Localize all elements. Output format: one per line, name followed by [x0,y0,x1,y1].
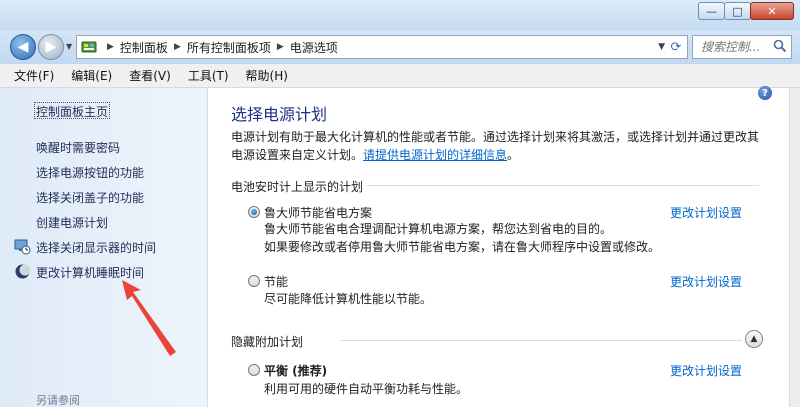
sidebar-item-wake-password[interactable]: 唤醒时需要密码 [36,139,120,156]
menu-tools[interactable]: 工具(T) [188,67,229,84]
plan-desc-power-saver: 尽可能降低计算机性能以节能。 [264,290,432,308]
section-divider [340,340,742,341]
search-box[interactable] [692,35,792,59]
window-controls: — □ ✕ [698,2,794,20]
collapse-chevron-up-icon[interactable]: ▲ [745,330,763,348]
breadcrumb-control-panel[interactable]: 控制面板 [120,39,168,56]
breadcrumb-separator-icon[interactable]: ▶ [277,42,284,52]
menu-file[interactable]: 文件(F) [14,67,54,84]
page-title: 选择电源计划 [231,105,328,124]
battery-meter-section-heading: 电池安时计上显示的计划 [231,180,364,194]
maximize-button[interactable]: □ [724,2,751,20]
control-panel-home-link[interactable]: 控制面板主页 [36,103,108,120]
plan-desc-line: 如果要修改或者停用鲁大师节能省电方案，请在鲁大师程序中设置或修改。 [264,240,661,254]
minimize-button[interactable]: — [698,2,725,20]
plan-name-balanced[interactable]: 平衡 (推荐) [264,362,327,379]
plan-desc-balanced: 利用可用的硬件自动平衡功耗与性能。 [264,380,468,398]
breadcrumb-all-items[interactable]: 所有控制面板项 [187,39,271,56]
moon-icon [15,264,31,279]
recent-pages-dropdown-icon[interactable]: ▼ [66,42,72,51]
address-dropdown-icon[interactable]: ▼ [658,42,665,52]
change-plan-settings-ludashi[interactable]: 更改计划设置 [670,204,742,221]
back-button[interactable]: ◀ [10,34,36,60]
plan-desc-ludashi: 鲁大师节能省电合理调配计算机电源方案，帮您达到省电的目的。 如果要修改或者停用鲁… [264,220,660,256]
section-divider [367,185,759,186]
change-plan-settings-balanced[interactable]: 更改计划设置 [670,362,742,379]
hidden-plans-section-heading: 隐藏附加计划 [231,335,304,349]
description-line-1: 电源计划有助于最大化计算机的性能或者节能。通过选择计划来将其激活，或选择计划并通… [231,130,760,144]
plan-radio-balanced[interactable] [248,364,260,376]
sidebar-item-display-off-time[interactable]: 选择关闭显示器的时间 [36,239,156,256]
change-plan-settings-power-saver[interactable]: 更改计划设置 [670,273,742,290]
forward-button[interactable]: ▶ [38,34,64,60]
breadcrumb-separator-icon[interactable]: ▶ [174,42,181,52]
title-bar: — □ ✕ [0,0,800,30]
address-bar[interactable]: ▶ 控制面板 ▶ 所有控制面板项 ▶ 电源选项 ▼ ⟳ [76,35,688,59]
description-text: 电源设置来自定义计划。 [231,148,364,162]
plan-name-power-saver[interactable]: 节能 [264,273,288,290]
description-line-2: 电源设置来自定义计划。请提供电源计划的详细信息。 [231,146,771,164]
display-clock-icon [14,239,31,255]
plan-details-link[interactable]: 请提供电源计划的详细信息 [363,148,507,162]
refresh-icon[interactable]: ⟳ [667,38,685,56]
control-panel-icon [81,41,97,53]
plan-desc-line: 鲁大师节能省电合理调配计算机电源方案，帮您达到省电的目的。 [264,222,613,236]
plan-name-ludashi[interactable]: 鲁大师节能省电方案 [264,204,372,221]
menu-help[interactable]: 帮助(H) [246,67,288,84]
sidebar-item-create-plan[interactable]: 创建电源计划 [36,214,108,231]
plan-desc-line: 利用可用的硬件自动平衡功耗与性能。 [264,382,469,396]
navigation-bar: ◀ ▶ ▼ ▶ 控制面板 ▶ 所有控制面板项 ▶ 电源选项 ▼ ⟳ [0,30,800,64]
see-also-heading: 另请参阅 [36,394,80,407]
page-description: 电源计划有助于最大化计算机的性能或者节能。通过选择计划来将其激活，或选择计划并通… [231,128,771,164]
close-button[interactable]: ✕ [750,2,794,20]
vertical-scrollbar[interactable] [789,88,800,407]
help-icon[interactable]: ? [758,86,772,100]
sidebar-item-power-button[interactable]: 选择电源按钮的功能 [36,164,144,181]
sidebar-item-sleep-time[interactable]: 更改计算机睡眠时间 [36,264,144,281]
search-input[interactable] [701,40,771,54]
plan-radio-power-saver[interactable] [248,275,260,287]
menu-edit[interactable]: 编辑(E) [71,67,112,84]
search-icon[interactable] [773,39,787,53]
description-period: 。 [507,148,520,162]
menu-bar: 文件(F) 编辑(E) 查看(V) 工具(T) 帮助(H) [0,64,800,88]
breadcrumb-power-options[interactable]: 电源选项 [290,39,338,56]
plan-desc-line: 尽可能降低计算机性能以节能。 [264,292,433,306]
sidebar-item-lid-close[interactable]: 选择关闭盖子的功能 [36,189,144,206]
plan-radio-ludashi[interactable] [248,206,260,218]
breadcrumb-separator-icon[interactable]: ▶ [107,42,114,52]
menu-view[interactable]: 查看(V) [129,67,171,84]
